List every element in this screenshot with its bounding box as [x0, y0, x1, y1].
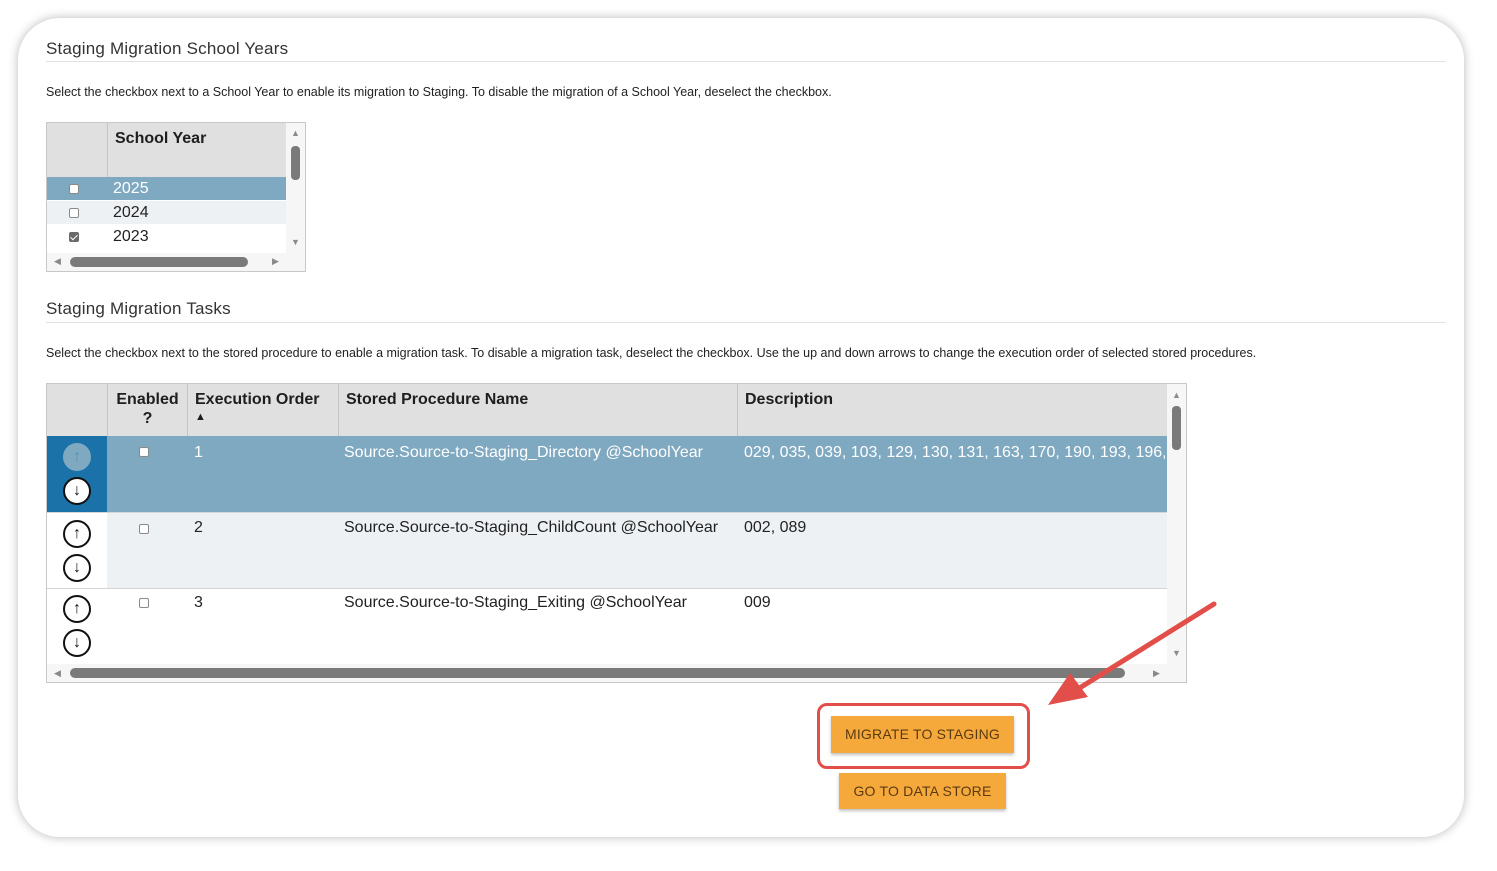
scroll-up-icon[interactable]: ▲ [1172, 391, 1181, 400]
header-execution-order-label: Execution Order [195, 391, 320, 408]
scroll-down-icon[interactable]: ▼ [291, 238, 300, 247]
school-year-row-2023[interactable]: 2023 [47, 225, 286, 248]
annotation-arrow-icon [1048, 601, 1217, 705]
vertical-scroll-thumb[interactable] [1172, 406, 1181, 450]
section-divider [46, 61, 1446, 62]
go-to-data-store-button[interactable]: GO TO DATA STORE [839, 773, 1006, 809]
move-up-arrow-icon[interactable]: ↑ [63, 443, 91, 471]
task-execution-order: 2 [194, 519, 203, 536]
task-enabled-checkbox-2[interactable] [139, 524, 149, 534]
school-year-checkbox-2024[interactable] [69, 208, 79, 218]
header-enabled[interactable]: Enabled ? [108, 384, 188, 436]
task-row-2[interactable]: ↑ ↓ 2 Source.Source-to-Staging_ChildCoun… [47, 513, 1167, 589]
section-divider [46, 322, 1446, 323]
school-year-value: 2023 [113, 228, 149, 245]
move-down-arrow-icon[interactable]: ↓ [63, 477, 91, 505]
task-description: 002, 089 [744, 519, 807, 536]
sort-ascending-icon: ▲ [195, 411, 206, 423]
horizontal-scroll-thumb[interactable] [70, 257, 248, 267]
school-year-value: 2025 [113, 180, 149, 197]
school-year-vertical-scrollbar[interactable]: ▲ ▼ [286, 123, 305, 253]
task-row-1[interactable]: ↑ ↓ 1 Source.Source-to-Staging_Directory… [47, 436, 1167, 513]
move-up-arrow-icon[interactable]: ↑ [63, 595, 91, 623]
school-year-row-2025[interactable]: 2025 [47, 177, 286, 200]
header-stored-procedure-name[interactable]: Stored Procedure Name [339, 384, 738, 436]
tasks-grid: Enabled ? Execution Order ▲ Stored Proce… [46, 383, 1187, 683]
move-up-arrow-icon[interactable]: ↑ [63, 520, 91, 548]
school-year-horizontal-scrollbar[interactable]: ◀ ▶ [47, 253, 305, 271]
scroll-right-icon[interactable]: ▶ [272, 257, 279, 266]
row-handle: ↑ ↓ [47, 589, 107, 664]
task-stored-procedure-name: Source.Source-to-Staging_ChildCount @Sch… [344, 519, 719, 536]
scroll-left-icon[interactable]: ◀ [54, 257, 61, 266]
header-select-column [47, 123, 108, 177]
task-stored-procedure-name: Source.Source-to-Staging_Exiting @School… [344, 594, 687, 611]
school-year-grid: School Year 2025 2024 2023 ▲ ▼ ◀ ▶ [46, 122, 306, 272]
task-row-3[interactable]: ↑ ↓ 3 Source.Source-to-Staging_Exiting @… [47, 589, 1167, 664]
task-stored-procedure-name: Source.Source-to-Staging_Directory @Scho… [344, 444, 703, 461]
school-year-row-2024[interactable]: 2024 [47, 201, 286, 224]
scroll-up-icon[interactable]: ▲ [291, 129, 300, 138]
scroll-left-icon[interactable]: ◀ [54, 669, 61, 678]
school-year-value: 2024 [113, 204, 149, 221]
vertical-scroll-thumb[interactable] [291, 146, 300, 180]
header-handle-column [47, 384, 108, 436]
row-handle: ↑ ↓ [47, 436, 107, 512]
school-year-checkbox-2023[interactable] [69, 232, 79, 242]
tasks-title: Staging Migration Tasks [46, 299, 231, 318]
task-enabled-checkbox-3[interactable] [139, 598, 149, 608]
header-school-year[interactable]: School Year [108, 123, 286, 177]
header-description[interactable]: Description [738, 384, 1167, 436]
horizontal-scroll-thumb[interactable] [70, 668, 1125, 678]
header-execution-order[interactable]: Execution Order ▲ [188, 384, 339, 436]
school-year-checkbox-2025[interactable] [69, 184, 79, 194]
school-years-title: Staging Migration School Years [46, 39, 289, 58]
move-down-arrow-icon[interactable]: ↓ [63, 629, 91, 657]
task-description: 029, 035, 039, 103, 129, 130, 131, 163, … [744, 444, 1165, 461]
row-handle: ↑ ↓ [47, 513, 107, 588]
tasks-horizontal-scrollbar[interactable]: ◀ ▶ [47, 664, 1186, 682]
task-execution-order: 1 [194, 444, 203, 461]
task-execution-order: 3 [194, 594, 203, 611]
move-down-arrow-icon[interactable]: ↓ [63, 554, 91, 582]
school-years-instructions: Select the checkbox next to a School Yea… [46, 85, 832, 99]
tasks-instructions: Select the checkbox next to the stored p… [46, 346, 1257, 360]
task-enabled-checkbox-1[interactable] [139, 447, 149, 457]
annotation-highlight-box [817, 703, 1030, 769]
